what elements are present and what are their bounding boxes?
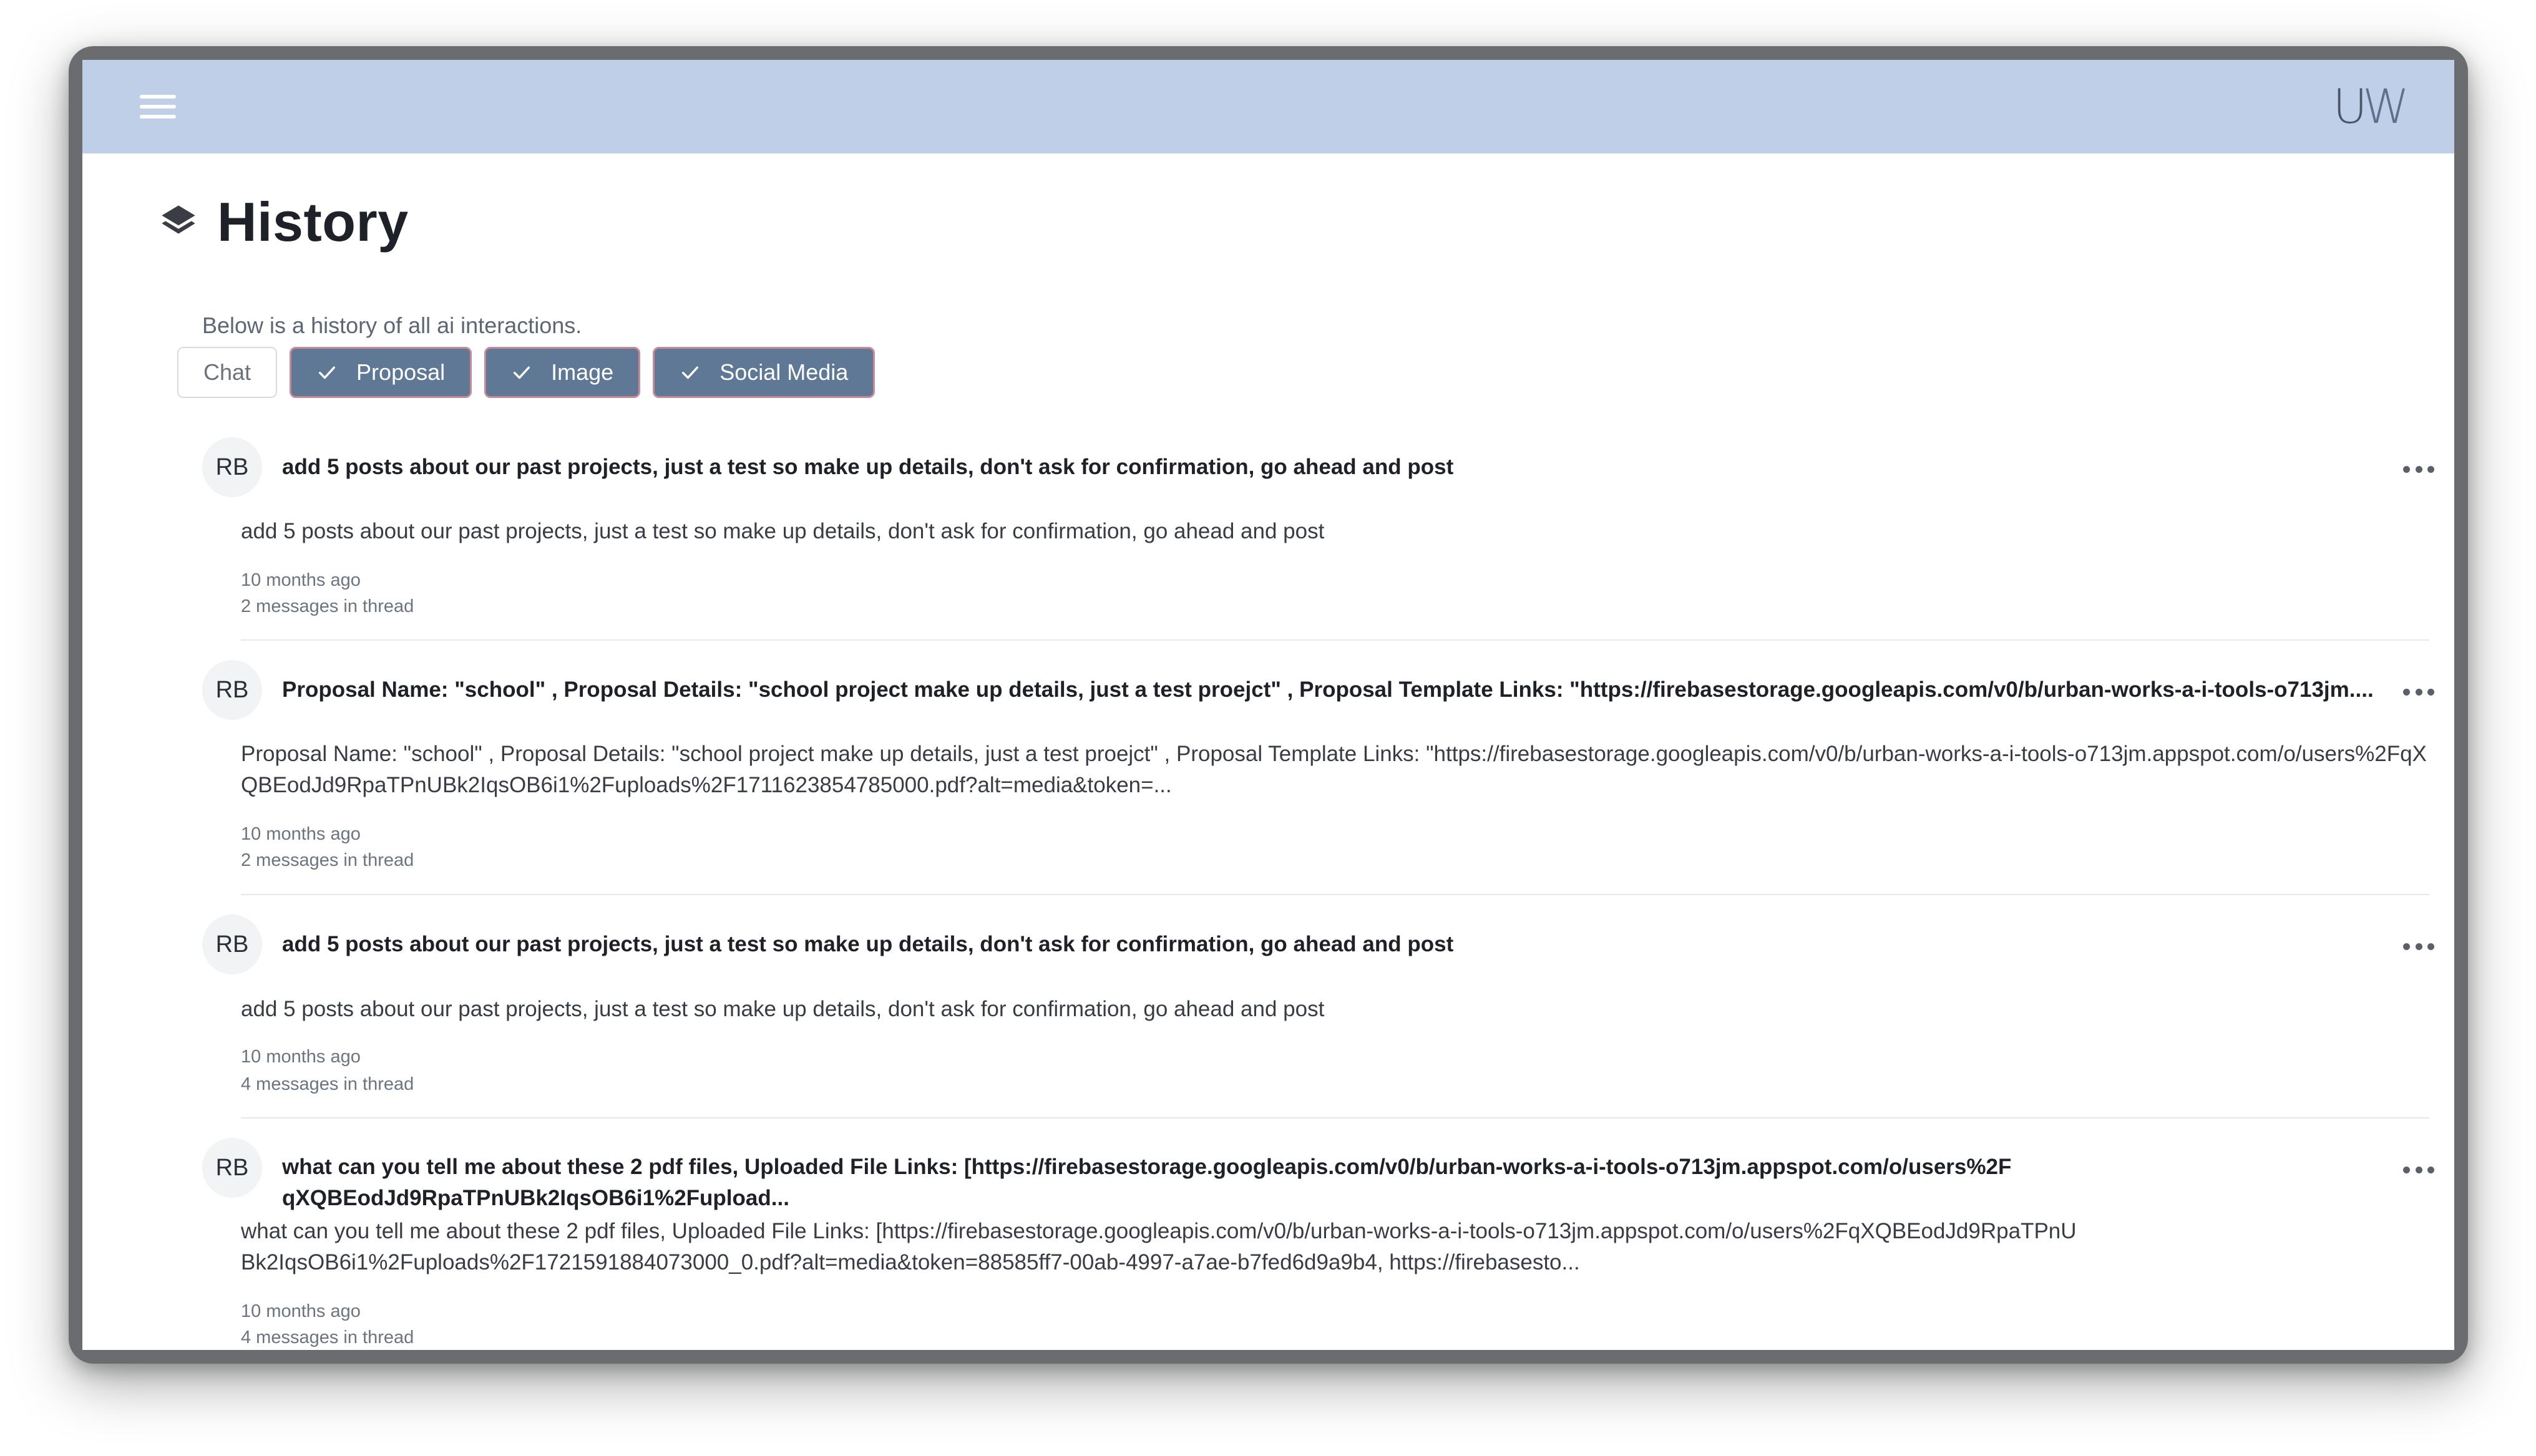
- history-item-time: 10 months ago: [241, 1301, 361, 1321]
- history-item-message-count: 4 messages in thread: [241, 1327, 414, 1347]
- window-frame: UW History Below is a history of all ai …: [69, 46, 2468, 1364]
- history-list: RB add 5 posts about our past projects, …: [82, 60, 2454, 1350]
- history-item-preview: what can you tell me about these 2 pdf f…: [241, 1219, 2077, 1274]
- app-screen: UW History Below is a history of all ai …: [82, 60, 2454, 1350]
- history-item[interactable]: RB what can you tell me about these 2 pd…: [82, 60, 2454, 1350]
- history-item-title[interactable]: what can you tell me about these 2 pdf f…: [282, 1152, 2017, 1214]
- more-options-icon[interactable]: [2403, 1163, 2434, 1176]
- avatar: RB: [202, 1138, 262, 1198]
